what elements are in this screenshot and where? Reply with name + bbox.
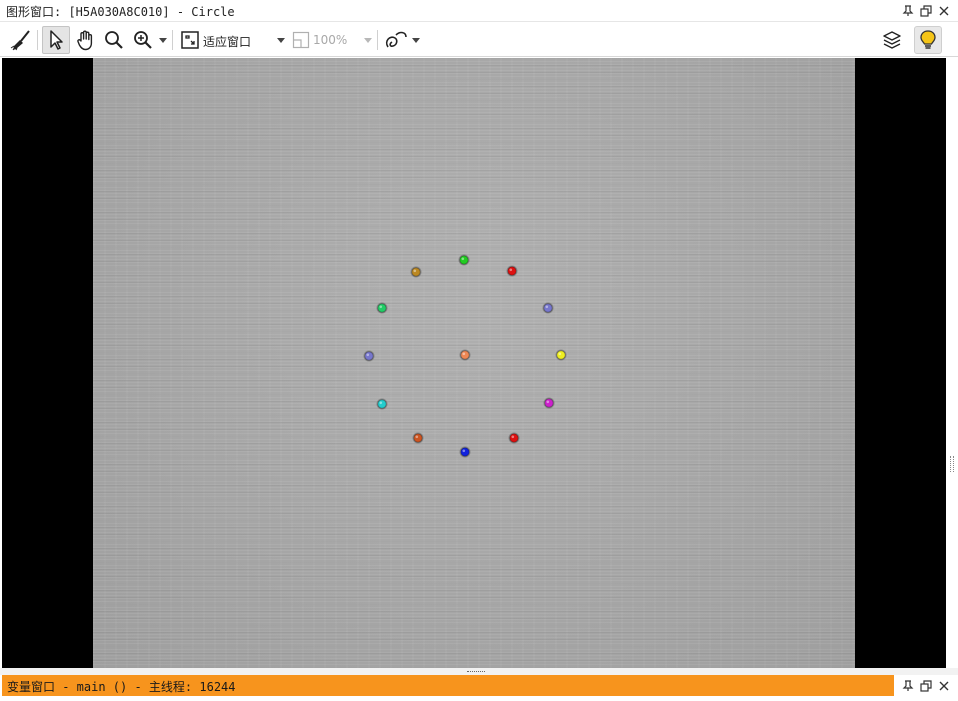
- zoom-percent-label: 100%: [313, 33, 348, 47]
- circle-point-9: [376, 398, 388, 410]
- circle-point-13: [459, 349, 471, 361]
- zoom-dropdown-arrow[interactable]: [159, 38, 167, 43]
- circle-point-1: [458, 254, 470, 266]
- circle-points-overlay: [363, 254, 567, 458]
- graphics-toolbar: 适应窗口 100%: [0, 23, 958, 57]
- graphics-window-titlebar[interactable]: 图形窗口: [H5A030A8C010] - Circle: [0, 0, 958, 22]
- float-window-icon[interactable]: [918, 2, 934, 20]
- pointer-icon[interactable]: [42, 26, 70, 54]
- zoom-percent-dropdown-arrow: [364, 38, 372, 43]
- side-splitter-grip[interactable]: [950, 456, 954, 472]
- zoom-in-icon[interactable]: [130, 26, 156, 54]
- pin-icon[interactable]: [900, 2, 916, 20]
- variable-window-titlebar[interactable]: 变量窗口 - main () - 主线程: 16244: [2, 675, 894, 696]
- window-title: 图形窗口: [H5A030A8C010] - Circle: [6, 5, 235, 19]
- hand-icon[interactable]: [73, 26, 99, 54]
- circle-point-7: [459, 446, 471, 458]
- graphics-window: 图形窗口: [H5A030A8C010] - Circle 适应窗口 100% …: [0, 0, 958, 701]
- horizontal-splitter[interactable]: [0, 668, 958, 675]
- circle-point-5: [543, 397, 555, 409]
- draw-shape-icon[interactable]: [383, 26, 411, 54]
- splitter-grip[interactable]: [467, 671, 485, 672]
- zoom-box-icon: [290, 26, 312, 54]
- fit-dropdown-arrow[interactable]: [277, 38, 285, 43]
- close-icon[interactable]: [936, 677, 952, 695]
- fit-window-label[interactable]: 适应窗口: [203, 33, 251, 50]
- pin-icon[interactable]: [900, 677, 916, 695]
- variable-window-title: 变量窗口 - main () - 主线程: 16244: [7, 680, 236, 694]
- circle-point-6: [508, 432, 520, 444]
- layers-icon[interactable]: [879, 26, 905, 54]
- circle-point-4: [555, 349, 567, 361]
- circle-point-3: [542, 302, 554, 314]
- captured-image[interactable]: [93, 58, 855, 668]
- fit-window-icon[interactable]: [178, 26, 202, 54]
- circle-point-2: [506, 265, 518, 277]
- magnifier-icon[interactable]: [101, 26, 127, 54]
- image-viewport[interactable]: [2, 58, 946, 668]
- variable-window-panel: 变量窗口 - main () - 主线程: 16244: [0, 675, 958, 701]
- circle-point-10: [363, 350, 375, 362]
- circle-point-8: [412, 432, 424, 444]
- variable-window-buttons: [900, 677, 952, 695]
- draw-dropdown-arrow[interactable]: [412, 38, 420, 43]
- broom-icon[interactable]: [8, 26, 34, 54]
- float-window-icon[interactable]: [918, 677, 934, 695]
- close-icon[interactable]: [936, 2, 952, 20]
- circle-point-12: [410, 266, 422, 278]
- circle-point-11: [376, 302, 388, 314]
- title-buttons: [900, 2, 952, 20]
- lightbulb-icon[interactable]: [914, 26, 942, 54]
